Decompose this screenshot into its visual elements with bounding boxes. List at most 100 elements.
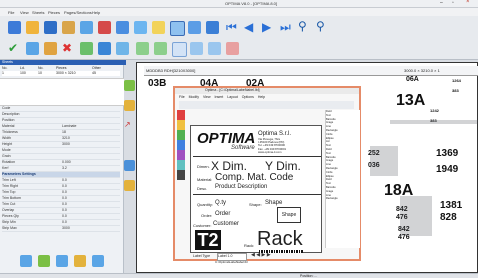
move-tool-icon[interactable]: ↗ bbox=[124, 120, 135, 131]
piece-label[interactable]: 1949 bbox=[436, 164, 458, 175]
remove-icon[interactable]: ✖ bbox=[62, 42, 75, 55]
field-list[interactable]: Field Text Barcode Image Line Rectangle Circle… bbox=[325, 110, 360, 248]
last-page-icon[interactable]: ⏭ bbox=[280, 21, 293, 34]
piece-label[interactable]: 06A bbox=[406, 76, 419, 83]
rack-field[interactable]: Rack bbox=[257, 228, 303, 251]
cut-icon[interactable] bbox=[134, 21, 147, 34]
color-swatch[interactable] bbox=[177, 170, 185, 180]
sheet-tool-icon[interactable] bbox=[124, 80, 135, 91]
grid-icon[interactable] bbox=[188, 21, 201, 34]
next-page-icon[interactable]: ▶ bbox=[262, 21, 275, 34]
table-row[interactable]: 1 100 10 3000 × 3210 45 bbox=[2, 71, 120, 76]
material-field[interactable]: Comp. Mat. Code bbox=[215, 172, 293, 183]
panel-tool-icon[interactable] bbox=[124, 160, 135, 171]
prev-page-icon[interactable]: ◀ bbox=[244, 21, 257, 34]
property-value[interactable]: 0.0 bbox=[62, 178, 67, 182]
label-menu-item[interactable]: Help bbox=[258, 95, 265, 99]
sheet-icon[interactable] bbox=[26, 42, 39, 55]
property-value[interactable]: Laminate bbox=[62, 124, 76, 128]
export-icon[interactable] bbox=[116, 21, 129, 34]
color-swatch[interactable] bbox=[177, 110, 185, 120]
property-value[interactable]: 0.0 bbox=[62, 190, 67, 194]
open-icon[interactable] bbox=[26, 21, 39, 34]
check-icon[interactable]: ✔ bbox=[8, 42, 21, 55]
save-icon[interactable] bbox=[44, 21, 57, 34]
property-value[interactable]: 0.000 bbox=[62, 160, 71, 164]
color-swatch[interactable] bbox=[177, 140, 185, 150]
property-value[interactable]: 3000 bbox=[62, 142, 70, 146]
folder-icon[interactable] bbox=[62, 21, 75, 34]
menu-help[interactable]: Help bbox=[92, 10, 100, 15]
color-swatch[interactable] bbox=[177, 120, 185, 130]
menu-sheets[interactable]: Sheets bbox=[32, 10, 44, 15]
field-list-item[interactable]: Rectangle bbox=[326, 197, 360, 201]
select-icon[interactable] bbox=[170, 21, 185, 36]
label-menu-item[interactable]: File bbox=[179, 95, 185, 99]
piece-label[interactable]: 13A bbox=[396, 92, 425, 110]
layout-icon[interactable] bbox=[206, 21, 219, 34]
property-value[interactable]: 3000 bbox=[62, 226, 70, 230]
new-icon[interactable] bbox=[8, 21, 21, 34]
label-menu-item[interactable]: Modify bbox=[189, 95, 199, 99]
piece-tool-icon[interactable] bbox=[124, 100, 135, 111]
customer-field[interactable]: Customer bbox=[213, 221, 239, 227]
maximize-button[interactable]: ▫ bbox=[452, 0, 454, 6]
label-icon[interactable] bbox=[190, 42, 203, 55]
menu-view[interactable]: View bbox=[20, 10, 29, 15]
piece-label[interactable]: 03B bbox=[148, 78, 166, 89]
label-menu-item[interactable]: Options bbox=[242, 95, 254, 99]
sheets-icon[interactable] bbox=[38, 255, 50, 267]
shape-field[interactable]: Shape bbox=[265, 200, 282, 206]
print-icon[interactable] bbox=[80, 21, 93, 34]
info-icon[interactable] bbox=[226, 42, 239, 55]
optimize-icon[interactable] bbox=[80, 42, 93, 55]
report-icon[interactable] bbox=[208, 42, 221, 55]
menu-pieces[interactable]: Pieces bbox=[48, 10, 60, 15]
offcuts-icon[interactable] bbox=[74, 255, 86, 267]
property-value[interactable]: 0.0 bbox=[62, 208, 67, 212]
offcut-tool-icon[interactable] bbox=[124, 180, 135, 191]
property-value[interactable]: 0.0 bbox=[62, 214, 67, 218]
description-field[interactable]: Product Description bbox=[215, 184, 267, 190]
color-swatch[interactable] bbox=[177, 130, 185, 140]
menu-pages-sections[interactable]: Pages/Sections bbox=[64, 10, 92, 15]
piece-label[interactable]: 1381 bbox=[440, 200, 462, 211]
property-value[interactable]: 3.2 bbox=[62, 166, 67, 170]
label-design-area[interactable]: OPTIMA Software Optima S.r.l. Via Pioveg… bbox=[190, 125, 322, 253]
x-dim-field[interactable]: X Dim. bbox=[211, 159, 247, 173]
property-value[interactable]: 3210 bbox=[62, 136, 70, 140]
piece-label[interactable]: 383 bbox=[452, 88, 459, 93]
order-field[interactable]: Order bbox=[215, 211, 230, 217]
label-menu-item[interactable]: Layout bbox=[227, 95, 238, 99]
view-icon[interactable] bbox=[20, 255, 32, 267]
first-page-icon[interactable]: ⏮ bbox=[226, 21, 239, 34]
color-swatch[interactable] bbox=[177, 150, 185, 160]
property-value[interactable]: 0.0 bbox=[62, 202, 67, 206]
label-menu-item[interactable]: View bbox=[203, 95, 211, 99]
zoom-in-icon[interactable]: ⚲ bbox=[298, 20, 311, 33]
menu-file[interactable]: File bbox=[8, 10, 14, 15]
label-menu-item[interactable]: Insert bbox=[214, 95, 223, 99]
property-value[interactable]: 18 bbox=[62, 130, 66, 134]
sheets-list-area[interactable] bbox=[0, 78, 124, 106]
y-dim-field[interactable]: Y Dim. bbox=[265, 159, 301, 173]
qty-field[interactable]: Q.ty bbox=[215, 200, 226, 206]
zoom-out-icon[interactable]: ⚲ bbox=[316, 20, 329, 33]
piece-label[interactable]: 1369 bbox=[436, 148, 458, 159]
minimize-button[interactable]: – bbox=[440, 0, 443, 6]
property-value[interactable]: 0.0 bbox=[62, 196, 67, 200]
sort-icon[interactable] bbox=[172, 42, 187, 57]
rotate-left-icon[interactable] bbox=[136, 42, 149, 55]
piece-label[interactable]: 1242 bbox=[430, 108, 439, 113]
piece-label[interactable]: 828 bbox=[440, 212, 457, 223]
pieces-list-icon[interactable] bbox=[56, 255, 68, 267]
delete-icon[interactable] bbox=[98, 21, 111, 34]
property-row[interactable]: Strip Max 3000 bbox=[2, 226, 120, 232]
highlight-icon[interactable] bbox=[152, 21, 165, 34]
property-value[interactable]: 0.0 bbox=[62, 184, 67, 188]
property-value[interactable]: 0.0 bbox=[62, 220, 67, 224]
labels-icon[interactable] bbox=[92, 255, 104, 267]
color-swatch[interactable] bbox=[177, 160, 185, 170]
close-button[interactable]: × bbox=[466, 0, 470, 5]
piece-label[interactable]: 1264 bbox=[452, 78, 461, 83]
